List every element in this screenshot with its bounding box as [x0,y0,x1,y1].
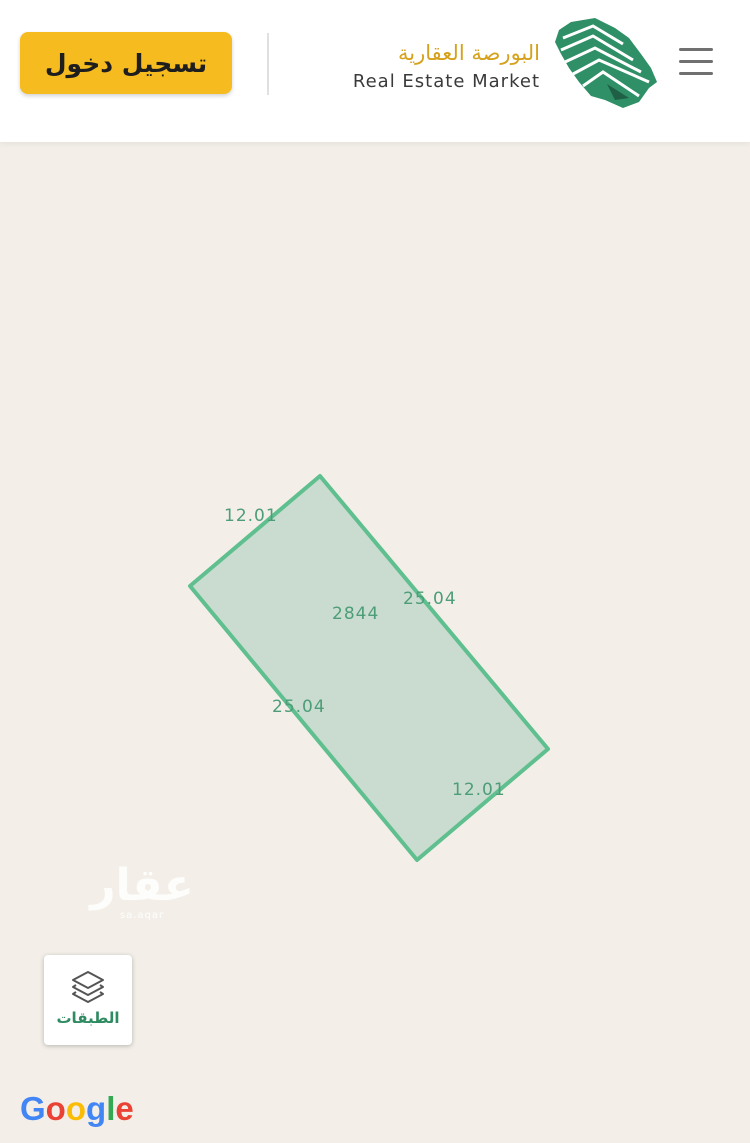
google-logo-letter: e [115,1090,134,1127]
google-logo-letter: o [65,1090,87,1127]
parcel-area-label: 2844 [332,604,380,624]
layers-button[interactable]: الطبقات [44,955,132,1045]
header-divider [267,33,269,95]
hamburger-menu-icon[interactable] [676,44,716,80]
layers-icon [72,971,104,1003]
brand-name-arabic: البورصة العقارية [398,41,540,65]
login-button[interactable]: تسجيل دخول [20,32,232,94]
layers-label: الطبقات [56,1009,120,1027]
aqar-watermark: عقار sa.aqar [82,860,202,930]
edge-length-right: 25.04 [403,589,457,609]
brand-title[interactable]: البورصة العقارية Real Estate Market [330,40,540,94]
google-logo-letter: o [45,1090,66,1127]
brand-name-english: Real Estate Market [352,71,540,92]
top-header: تسجيل دخول البورصة العقارية Real Estate … [0,0,750,142]
watermark-text: عقار [90,860,194,911]
edge-length-top: 12.01 [224,506,278,526]
watermark-subtext: sa.aqar [119,910,165,921]
edge-length-bottom: 12.01 [452,780,506,800]
map-view[interactable]: 12.01 25.04 2844 25.04 12.01 عقار sa.aqa… [0,142,750,1143]
google-logo-letter: l [106,1090,116,1127]
google-logo-letter: g [86,1090,107,1127]
google-logo: Google [20,1090,134,1128]
google-logo-letter: G [20,1090,46,1127]
saudi-map-logo-icon[interactable] [553,16,659,108]
edge-length-left: 25.04 [272,697,326,717]
